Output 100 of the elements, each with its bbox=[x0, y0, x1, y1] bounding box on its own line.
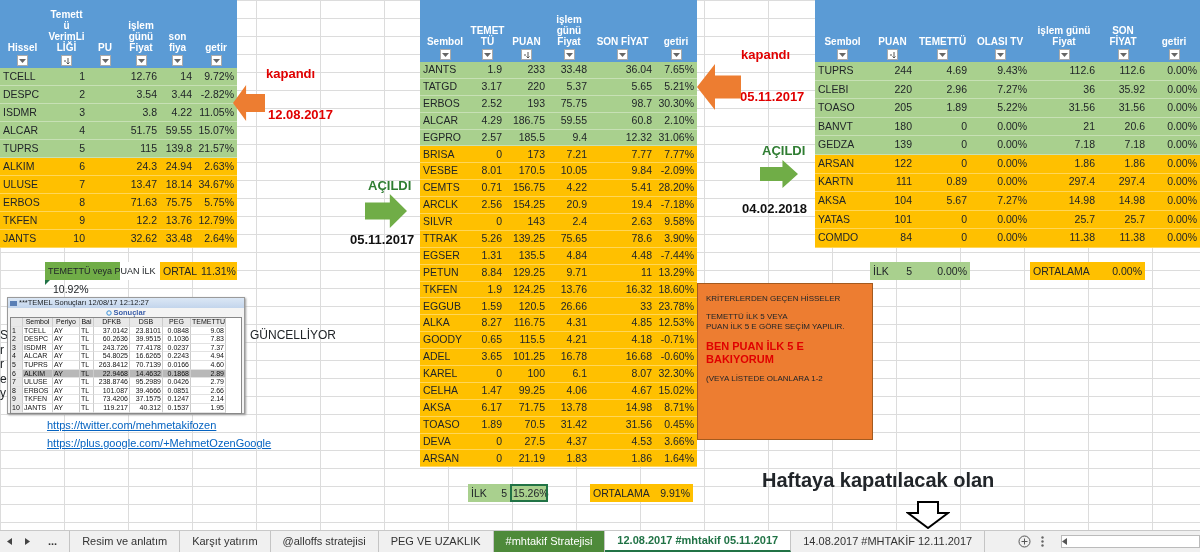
table-cell-text: EGGUB bbox=[422, 298, 462, 314]
column-header: PUAN bbox=[512, 36, 541, 47]
table-cell-text: 1.47 bbox=[480, 383, 503, 398]
table-cell-text: 32.62 bbox=[129, 230, 158, 246]
sheet-tab[interactable]: @alloffs stratejisi bbox=[270, 531, 379, 552]
summary-value: 11.31% bbox=[198, 262, 237, 280]
table-cell-text: 2.63 bbox=[630, 214, 653, 230]
table-cell-text: 0 bbox=[960, 118, 968, 134]
table-cell-text: 1.31 bbox=[480, 247, 503, 263]
table-cell-text: 6 bbox=[78, 158, 86, 174]
table-cell-text: 244 bbox=[893, 62, 913, 78]
table-cell-text: 135.5 bbox=[517, 247, 546, 263]
table-cell-text: 5.65 bbox=[630, 78, 653, 94]
table-cell-text: 2.57 bbox=[480, 129, 503, 145]
table-cell-text: 3.8 bbox=[141, 104, 158, 120]
table-cell-text: ARSAN bbox=[817, 155, 856, 171]
summary-label: İLK bbox=[468, 484, 498, 503]
table-cell-text: BRISA bbox=[422, 146, 456, 162]
table-cell-text: 34.67% bbox=[197, 176, 235, 192]
column-header: SON FİYAT bbox=[596, 36, 649, 47]
horizontal-scrollbar[interactable] bbox=[1061, 535, 1200, 548]
more-sheets-button[interactable]: ... bbox=[36, 531, 71, 552]
table-cell-text: 4.69 bbox=[945, 62, 968, 78]
filter-button[interactable] bbox=[563, 49, 575, 60]
table-cell-text: 8.71% bbox=[663, 399, 695, 415]
filter-button[interactable] bbox=[1117, 49, 1129, 60]
table-cell-text: 9.72% bbox=[203, 68, 235, 84]
filter-button[interactable] bbox=[837, 49, 848, 60]
filter-button[interactable] bbox=[482, 49, 493, 60]
table-cell-text: TUPRS bbox=[817, 62, 855, 78]
sheet-tab[interactable]: 12.08.2017 #mhtakif 05.11.2017 bbox=[605, 531, 792, 552]
filter-button[interactable] bbox=[99, 55, 111, 66]
note-text: BEN PUAN İLK 5 E BAKIYORUM bbox=[706, 340, 805, 366]
filter-button[interactable] bbox=[439, 49, 451, 60]
filter-button[interactable] bbox=[994, 49, 1006, 60]
arrow-icon bbox=[760, 160, 798, 188]
table-cell-text: 31.56 bbox=[1117, 100, 1146, 116]
filter-button[interactable] bbox=[617, 49, 628, 60]
sort-icon bbox=[522, 50, 531, 59]
filter-button[interactable] bbox=[17, 55, 28, 66]
link[interactable]: https://plus.google.com/+MehmetOzenGoogle bbox=[47, 435, 272, 452]
table-cell-text: 11.05% bbox=[198, 104, 235, 120]
sheet-tab[interactable]: #mhtakif Stratejisi bbox=[493, 531, 606, 552]
filter-button[interactable] bbox=[1058, 49, 1070, 60]
table-cell-text: 4.85 bbox=[630, 315, 653, 331]
filter-button[interactable] bbox=[210, 55, 222, 66]
column-header: son fiya bbox=[168, 31, 187, 53]
sheet-tab[interactable]: Karşıt yatırım bbox=[180, 531, 271, 552]
table-cell-text: ULUSE bbox=[2, 176, 39, 192]
table-cell-text: 139 bbox=[893, 137, 913, 153]
table-cell-text: 7.65% bbox=[663, 62, 695, 78]
right-arrow-icon bbox=[24, 538, 30, 545]
summary-value: 0.00% bbox=[1098, 261, 1145, 280]
table-cell-text: ALKA bbox=[422, 315, 451, 331]
table-cell-text: 4.31 bbox=[565, 315, 588, 331]
column-header: TEMETTÜ bbox=[918, 36, 967, 47]
column-header: işlem günü Fiyat bbox=[1037, 25, 1091, 47]
sheet-tab[interactable]: PEG VE UZAKLIK bbox=[378, 531, 494, 552]
corner-cell bbox=[11, 318, 23, 327]
table-cell-text: 1.86 bbox=[1073, 155, 1096, 171]
table-cell-text: 33 bbox=[639, 298, 653, 314]
filter-button[interactable] bbox=[937, 49, 948, 60]
column-header: PU bbox=[98, 42, 112, 53]
table-cell-text: 0.65 bbox=[480, 332, 503, 348]
link[interactable]: https://twitter.com/mehmetakifozen bbox=[47, 417, 217, 434]
table-cell-text: DEVA bbox=[422, 433, 452, 449]
table-cell-text: 5.37 bbox=[565, 78, 588, 94]
filter-button[interactable] bbox=[135, 55, 147, 66]
table-cell-text: 31.42 bbox=[559, 416, 588, 432]
filter-button[interactable] bbox=[172, 55, 183, 66]
table-cell-text: 101 bbox=[893, 211, 913, 227]
table-cell-text: 0 bbox=[495, 366, 503, 382]
table-cell-text: 3.54 bbox=[135, 86, 158, 102]
filter-button[interactable] bbox=[1168, 49, 1180, 60]
table-cell-text: AKSA bbox=[817, 193, 847, 209]
table-cell-text: 101.25 bbox=[511, 349, 546, 365]
table-cell-text: 8.07 bbox=[630, 366, 653, 382]
table-cell-text: 98.7 bbox=[630, 95, 653, 111]
table-cell-text: 4.67 bbox=[630, 383, 653, 398]
table-cell-text: 0 bbox=[960, 155, 968, 171]
table-cell-text: CLEBI bbox=[817, 81, 850, 97]
sheet-tab[interactable]: 14.08.2017 #MHTAKİF 12.11.2017 bbox=[791, 531, 986, 552]
left-arrow-icon bbox=[1062, 538, 1068, 545]
table-cell-text: 16.68 bbox=[624, 349, 653, 365]
table-cell-text: 20.6 bbox=[1123, 118, 1146, 134]
table-cell-text: 122 bbox=[893, 155, 913, 171]
filter-button[interactable] bbox=[670, 49, 682, 60]
table-cell-text: 10 bbox=[72, 230, 86, 246]
sheet-tab[interactable]: Resim ve anlatım bbox=[70, 531, 181, 552]
dots-icon bbox=[1040, 536, 1044, 547]
table-cell-text: 8 bbox=[78, 194, 86, 210]
table-cell-text: 12.53% bbox=[657, 315, 695, 331]
table-cell-text: 11.38 bbox=[1118, 230, 1146, 246]
table-cell-text: YATAS bbox=[817, 211, 852, 227]
table-cell-text: 0 bbox=[960, 137, 968, 153]
table-cell-text: 1.64% bbox=[663, 450, 695, 466]
sort-icon bbox=[888, 50, 897, 59]
table-cell-text: 16.78 bbox=[559, 349, 588, 365]
table-cell-text: TCELL bbox=[2, 68, 37, 84]
table-cell-text: 20.9 bbox=[565, 197, 588, 213]
